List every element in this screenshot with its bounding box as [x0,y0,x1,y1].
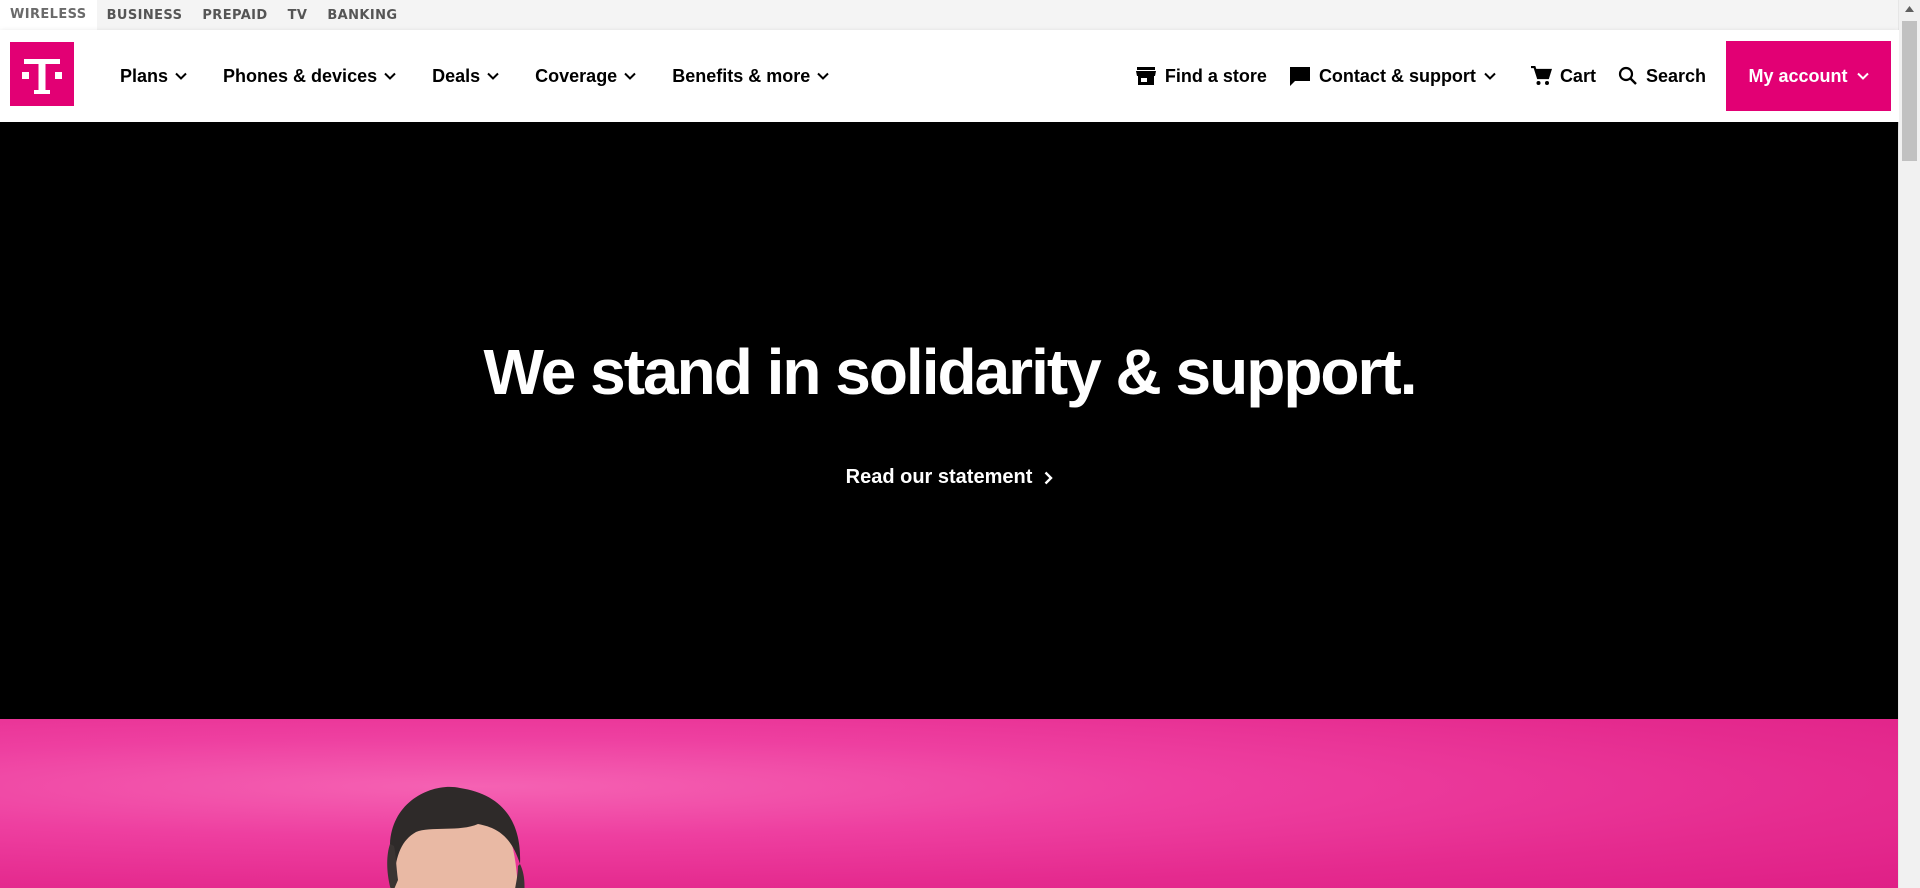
nav-item-label: Phones & devices [223,65,378,86]
chevron-down-icon [175,72,187,80]
find-store-label: Find a store [1164,65,1267,86]
read-statement-link[interactable]: Read our statement [0,466,1899,489]
t-logo-icon[interactable] [10,42,74,106]
nav-item-benefits[interactable]: Benefits & more [672,66,829,87]
utility-nav: Find a store Contact & support Cart Sear… [1113,30,1891,122]
cart-link[interactable]: Cart [1530,66,1596,87]
nav-item-plans[interactable]: Plans [120,66,187,87]
nav-item-deals[interactable]: Deals [432,66,499,87]
my-account-button[interactable]: My account [1726,41,1891,111]
utility-link-prepaid[interactable]: PREPAID [202,8,267,23]
contact-support-menu[interactable]: Contact & support [1289,66,1496,87]
chevron-down-icon [1484,72,1496,80]
hero-title: We stand in solidarity & support. [483,336,1417,408]
utility-bar: WIRELESS BUSINESS PREPAID TV BANKING [0,0,1899,30]
search-label: Search [1645,65,1706,86]
find-store-link[interactable]: Find a store [1135,66,1267,87]
utility-link-wireless[interactable]: WIRELESS [0,0,97,30]
nav-item-label: Plans [120,65,169,86]
chat-bubble-icon [1289,66,1311,86]
promo-banner [0,719,1899,888]
read-statement-label: Read our statement [845,466,1033,488]
utility-link-tv[interactable]: TV [288,8,308,23]
nav-item-label: Coverage [535,65,618,86]
search-icon [1618,66,1638,86]
chevron-right-icon [1044,471,1054,485]
chevron-down-icon [1856,72,1869,80]
page: WIRELESS BUSINESS PREPAID TV BANKING Pla… [0,0,1899,888]
chevron-down-icon [384,72,396,80]
chevron-down-icon [624,72,636,80]
vertical-scrollbar[interactable] [1898,0,1920,888]
utility-link-business[interactable]: BUSINESS [107,8,183,23]
contact-support-label: Contact & support [1318,65,1476,86]
nav-item-label: Deals [432,65,481,86]
chevron-down-icon [817,72,829,80]
person-photo [380,784,540,888]
main-header: Plans Phones & devices Deals Coverage Be… [0,30,1899,122]
store-icon [1135,66,1157,86]
my-account-label: My account [1748,65,1848,86]
chevron-down-icon [487,72,499,80]
scrollbar-thumb[interactable] [1902,21,1917,161]
cart-label: Cart [1559,65,1596,86]
hero-banner: We stand in solidarity & support. Read o… [0,122,1899,719]
cart-icon [1530,66,1552,86]
scroll-up-arrow-icon[interactable] [1899,0,1920,18]
search-button[interactable]: Search [1618,66,1706,87]
utility-link-banking[interactable]: BANKING [327,8,397,23]
nav-item-label: Benefits & more [672,65,811,86]
primary-nav: Plans Phones & devices Deals Coverage Be… [120,30,865,122]
nav-item-coverage[interactable]: Coverage [535,66,636,87]
nav-item-phones-devices[interactable]: Phones & devices [223,66,396,87]
